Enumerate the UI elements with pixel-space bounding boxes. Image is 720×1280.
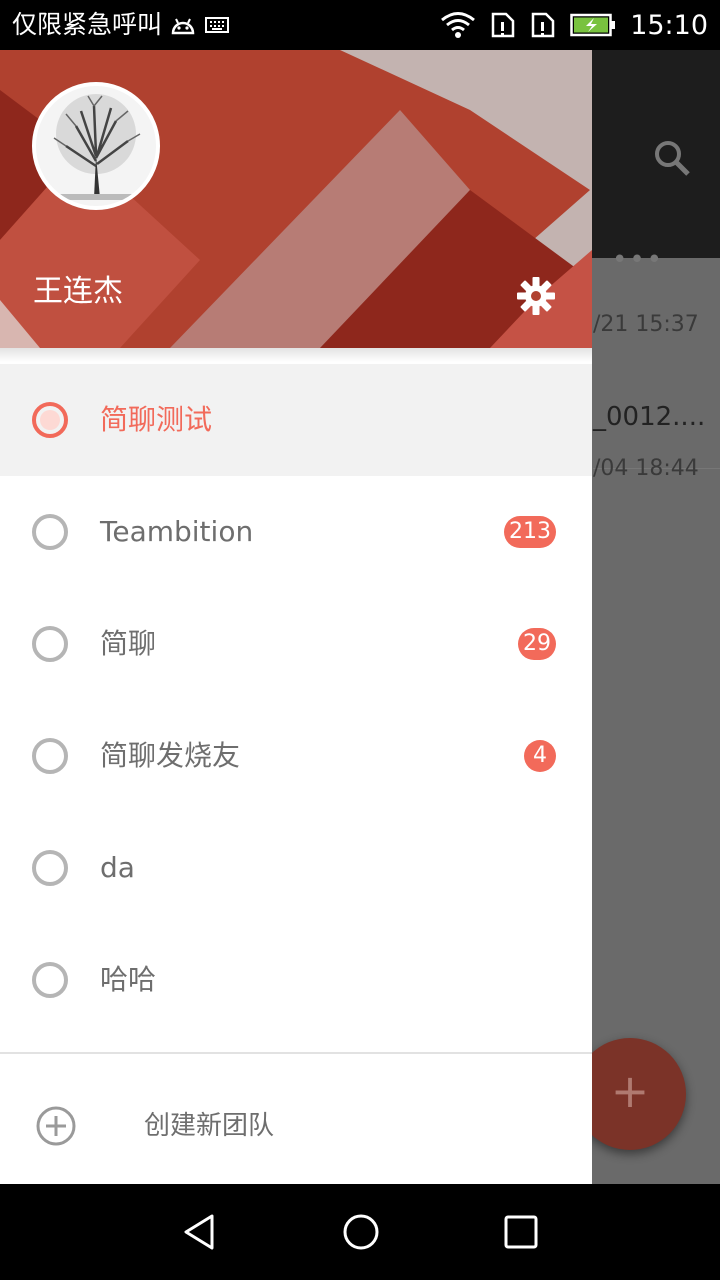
team-name: da (100, 851, 135, 884)
recents-button[interactable] (501, 1212, 541, 1252)
radio-icon (32, 962, 68, 998)
team-item[interactable]: 简聊发烧友 4 (0, 700, 592, 812)
navigation-drawer: 王连杰 简聊测试 Teambition 213 简聊 29 简聊发烧友 4 da… (0, 50, 592, 1184)
carrier-text: 仅限紧急呼叫 (12, 10, 163, 39)
android-debug-icon (170, 13, 196, 37)
radio-icon (32, 514, 68, 550)
radio-icon (32, 850, 68, 886)
user-name: 王连杰 (33, 274, 123, 309)
conversation-preview: _0012.... (593, 402, 706, 432)
unread-badge: 29 (518, 628, 556, 660)
recents-square-icon (504, 1215, 538, 1249)
conversation-time: /21 15:37 (593, 312, 699, 337)
home-button[interactable] (341, 1212, 381, 1252)
radio-selected-icon (32, 402, 68, 438)
create-team-button[interactable]: 创建新团队 (0, 1070, 592, 1182)
drawer-header: 王连杰 (0, 50, 592, 348)
team-name: Teambition (100, 515, 254, 548)
battery-charging-icon (570, 13, 616, 37)
header-shadow (0, 348, 592, 362)
sim2-alert-icon (530, 11, 556, 39)
team-name: 简聊 (100, 627, 157, 660)
team-name: 哈哈 (100, 963, 157, 996)
radio-icon (32, 626, 68, 662)
system-nav-bar (0, 1184, 720, 1280)
team-name: 简聊发烧友 (100, 739, 241, 772)
conversation-time: /04 18:44 (593, 456, 699, 481)
tree-avatar-image (36, 86, 156, 206)
more-icon[interactable]: ••• (612, 247, 664, 273)
add-circle-icon (36, 1106, 76, 1146)
team-item[interactable]: 哈哈 (0, 924, 592, 1036)
radio-icon (32, 738, 68, 774)
back-button[interactable] (180, 1212, 220, 1252)
back-triangle-icon (184, 1214, 214, 1250)
team-list: 简聊测试 Teambition 213 简聊 29 简聊发烧友 4 da 哈哈 (0, 364, 592, 1036)
avatar[interactable] (32, 82, 160, 210)
gear-icon (517, 277, 555, 315)
team-item[interactable]: Teambition 213 (0, 476, 592, 588)
wifi-icon (440, 11, 476, 39)
create-team-label: 创建新团队 (144, 1111, 275, 1141)
team-item[interactable]: 简聊 29 (0, 588, 592, 700)
settings-button[interactable] (512, 272, 560, 320)
status-bar: 仅限紧急呼叫 15:10 (0, 0, 720, 50)
home-circle-icon (343, 1214, 379, 1250)
team-name: 简聊测试 (100, 403, 213, 436)
clock: 15:10 (630, 9, 708, 41)
unread-badge: 4 (524, 740, 556, 772)
unread-badge: 213 (504, 516, 556, 548)
team-item[interactable]: da (0, 812, 592, 924)
keyboard-icon (204, 15, 230, 35)
search-icon[interactable] (652, 138, 692, 182)
divider (0, 1052, 592, 1054)
team-item[interactable]: 简聊测试 (0, 364, 592, 476)
sim1-alert-icon (490, 11, 516, 39)
